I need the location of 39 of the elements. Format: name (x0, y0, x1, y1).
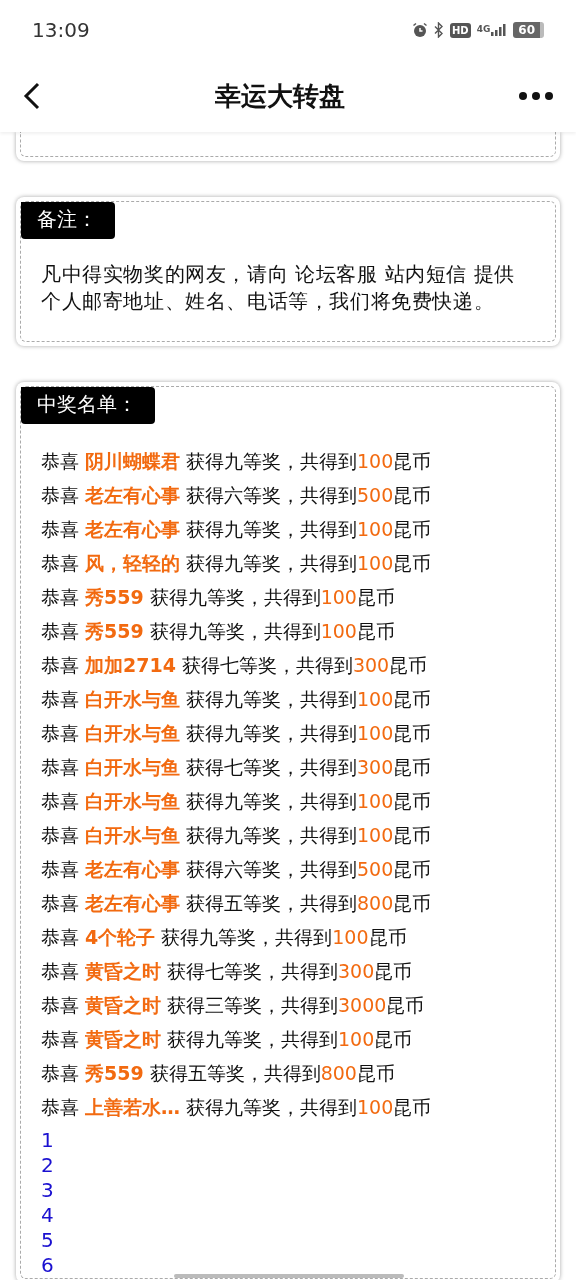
winner-entry: 恭喜 阴川蝴蝶君 获得九等奖，共得到100昆币 (41, 449, 433, 474)
winner-entry: 恭喜 秀559 获得五等奖，共得到800昆币 (41, 1061, 396, 1086)
winner-entry: 恭喜 老左有心事 获得六等奖，共得到500昆币 (41, 857, 433, 882)
page-title: 幸运大转盘 (215, 79, 345, 113)
winner-entry: 恭喜 黄昏之时 获得七等奖，共得到300昆币 (41, 959, 414, 984)
hd-badge: HD (449, 22, 471, 38)
page-link[interactable]: 3 (41, 1178, 54, 1203)
page-link[interactable]: 2 (41, 1153, 54, 1178)
status-time: 13:09 (32, 18, 90, 42)
winner-entry: 恭喜 老左有心事 获得五等奖，共得到800昆币 (41, 891, 433, 916)
signal-icon (491, 24, 508, 36)
network-label: 4G (476, 24, 491, 34)
section-label: 备注： (21, 202, 115, 239)
winner-entry: 恭喜 4个轮子 获得九等奖，共得到100昆币 (41, 925, 408, 950)
notes-text: 凡中得实物奖的网友，请向 论坛客服 站内短信 提供个人邮寄地址、姓名、电话等，我们将免费快递。 (40, 261, 517, 315)
page-link[interactable]: 4 (41, 1203, 54, 1228)
battery-level: 60 (513, 22, 544, 38)
winner-entry: 恭喜 白开水与鱼 获得九等奖，共得到100昆币 (41, 721, 433, 746)
winner-entry: 恭喜 秀559 获得九等奖，共得到100昆币 (41, 585, 396, 610)
winner-entry: 恭喜 白开水与鱼 获得九等奖，共得到100昆币 (41, 789, 433, 814)
winner-entry: 恭喜 加加2714 获得七等奖，共得到300昆币 (41, 653, 429, 678)
winner-entry: 恭喜 黄昏之时 获得九等奖，共得到100昆币 (41, 1027, 414, 1052)
alarm-icon (411, 22, 428, 38)
winner-entry: 恭喜 白开水与鱼 获得九等奖，共得到100昆币 (41, 823, 433, 848)
winner-entry: 恭喜 白开水与鱼 获得九等奖，共得到100昆币 (41, 687, 433, 712)
page-link[interactable]: 6 (41, 1253, 54, 1278)
winner-entry: 恭喜 上善若水… 获得九等奖，共得到100昆币 (41, 1095, 433, 1120)
page-link[interactable]: 5 (41, 1228, 54, 1253)
page-link[interactable]: 1 (41, 1128, 54, 1153)
back-icon (22, 81, 42, 111)
more-icon (518, 91, 554, 101)
winner-entry: 恭喜 风，轻轻的 获得九等奖，共得到100昆币 (41, 551, 433, 576)
winner-entry: 恭喜 黄昏之时 获得三等奖，共得到3000昆币 (41, 993, 426, 1018)
winner-entry: 恭喜 老左有心事 获得六等奖，共得到500昆币 (41, 483, 433, 508)
bluetooth-icon (433, 22, 444, 38)
winner-entry: 恭喜 秀559 获得九等奖，共得到100昆币 (41, 619, 396, 644)
winner-entry: 恭喜 白开水与鱼 获得七等奖，共得到300昆币 (41, 755, 433, 780)
winner-entry: 恭喜 老左有心事 获得九等奖，共得到100昆币 (41, 517, 433, 542)
section-label: 中奖名单： (21, 387, 155, 424)
